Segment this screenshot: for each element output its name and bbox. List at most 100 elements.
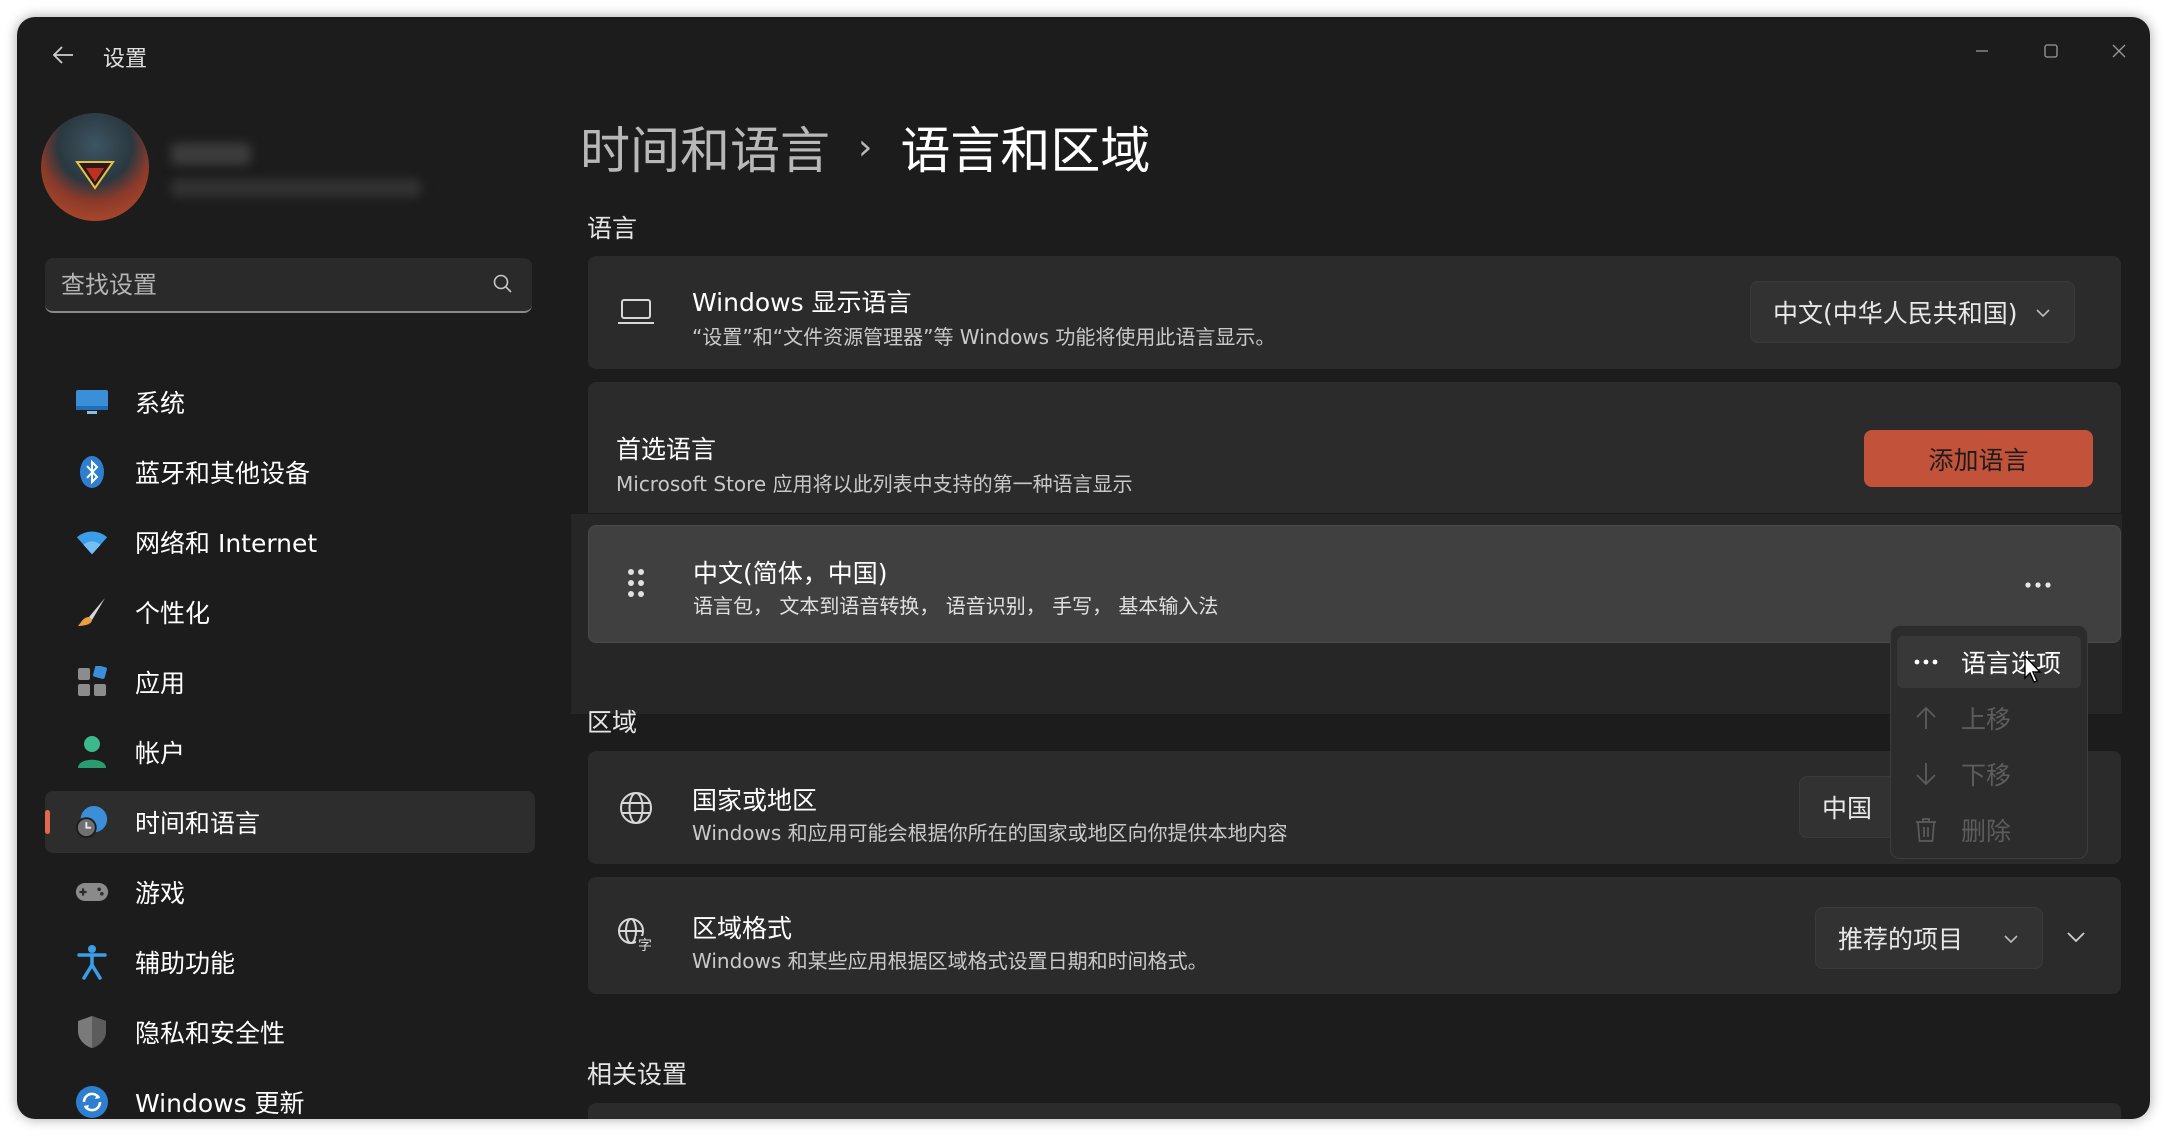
language-item-title: 中文(简体，中国) <box>693 559 888 588</box>
sidebar-item-label: 应用 <box>135 669 186 698</box>
regional-format-value: 推荐的项目 <box>1838 925 1964 954</box>
menu-item-label: 下移 <box>1961 761 2012 790</box>
sidebar-item-windows-update[interactable]: Windows 更新 <box>45 1071 535 1119</box>
regional-format-card: 字 区域格式 Windows 和某些应用根据区域格式设置日期和时间格式。 推荐的… <box>588 877 2121 994</box>
menu-item-move-up[interactable]: 上移 <box>1897 692 2081 744</box>
sidebar-item-network[interactable]: 网络和 Internet <box>45 511 535 573</box>
page-title: 语言和区域 <box>900 122 1151 180</box>
chevron-down-icon <box>2036 309 2050 318</box>
country-region-subtitle: Windows 和应用可能会根据你所在的国家或地区向你提供本地内容 <box>692 821 1288 845</box>
sidebar-item-label: 系统 <box>135 389 186 418</box>
laptop-icon <box>616 292 656 332</box>
display-language-dropdown[interactable]: 中文(中华人民共和国) <box>1750 281 2075 343</box>
language-context-menu: 语言选项 上移 下移 删除 <box>1890 625 2088 859</box>
menu-item-label: 删除 <box>1961 817 2012 846</box>
sidebar-item-privacy[interactable]: 隐私和安全性 <box>45 1001 535 1063</box>
related-settings-card[interactable] <box>588 1103 2121 1119</box>
close-button[interactable] <box>2088 29 2150 73</box>
bluetooth-icon <box>75 455 109 489</box>
arrow-down-icon <box>1913 761 1939 787</box>
sidebar-item-label: 网络和 Internet <box>135 529 318 558</box>
regional-format-subtitle: Windows 和某些应用根据区域格式设置日期和时间格式。 <box>692 949 1208 973</box>
globe-icon <box>616 788 656 828</box>
more-horizontal-icon <box>2025 582 2051 588</box>
preferred-language-subtitle: Microsoft Store 应用将以此列表中支持的第一种语言显示 <box>616 472 1133 496</box>
search-icon[interactable] <box>492 273 514 295</box>
trash-icon <box>1913 817 1939 843</box>
sidebar-item-label: 辅助功能 <box>135 949 236 978</box>
display-language-subtitle: “设置”和“文件资源管理器”等 Windows 功能将使用此语言显示。 <box>692 325 1276 349</box>
minimize-button[interactable] <box>1951 29 2013 73</box>
sidebar-item-label: 时间和语言 <box>135 809 261 838</box>
sidebar-item-label: 隐私和安全性 <box>135 1019 286 1048</box>
sidebar-item-label: 游戏 <box>135 879 186 908</box>
mouse-cursor-icon <box>2024 654 2042 683</box>
regional-format-icon: 字 <box>616 915 656 955</box>
preferred-language-title: 首选语言 <box>616 435 717 464</box>
chevron-down-icon <box>2067 932 2085 943</box>
user-name-blurred <box>171 143 251 165</box>
sidebar-item-bluetooth[interactable]: 蓝牙和其他设备 <box>45 441 535 503</box>
sidebar-item-personalization[interactable]: 个性化 <box>45 581 535 643</box>
breadcrumb-parent[interactable]: 时间和语言 <box>580 111 830 183</box>
display-language-title: Windows 显示语言 <box>692 288 912 317</box>
sidebar-item-accounts[interactable]: 帐户 <box>45 721 535 783</box>
regional-format-expand-button[interactable] <box>2053 914 2099 960</box>
country-region-title: 国家或地区 <box>692 786 818 815</box>
settings-window: 设置 系统 蓝牙和其他设备 网络和 <box>17 17 2150 1119</box>
apps-icon <box>75 665 109 699</box>
language-item-features: 语言包， 文本到语音转换， 语音识别， 手写， 基本输入法 <box>693 594 1219 618</box>
drag-handle-icon[interactable] <box>623 566 649 602</box>
menu-item-move-down[interactable]: 下移 <box>1897 748 2081 800</box>
more-options-button[interactable] <box>2014 565 2062 605</box>
menu-item-label: 上移 <box>1961 705 2012 734</box>
breadcrumb-separator: › <box>858 126 873 168</box>
close-icon <box>2112 44 2126 58</box>
country-region-value: 中国 <box>1822 794 1873 823</box>
gamepad-icon <box>75 875 109 909</box>
section-heading-related-settings: 相关设置 <box>587 1060 688 1089</box>
chevron-down-icon <box>2004 935 2018 944</box>
back-button[interactable] <box>41 37 85 73</box>
svg-text:字: 字 <box>638 938 652 954</box>
shield-icon <box>75 1015 109 1049</box>
title-bar: 设置 <box>17 17 2150 93</box>
add-language-button[interactable]: 添加语言 <box>1864 430 2093 487</box>
sidebar-item-apps[interactable]: 应用 <box>45 651 535 713</box>
regional-format-title: 区域格式 <box>692 914 793 943</box>
brush-icon <box>75 595 109 629</box>
sidebar-item-accessibility[interactable]: 辅助功能 <box>45 931 535 993</box>
user-profile[interactable] <box>41 113 561 233</box>
sidebar-item-label: Windows 更新 <box>135 1089 305 1118</box>
menu-item-language-options[interactable]: 语言选项 <box>1897 636 2081 688</box>
sidebar-item-label: 帐户 <box>135 739 186 768</box>
display-language-value: 中文(中华人民共和国) <box>1773 299 2018 328</box>
language-item-zh-cn[interactable]: 中文(简体，中国) 语言包， 文本到语音转换， 语音识别， 手写， 基本输入法 <box>588 525 2121 643</box>
back-arrow-icon <box>52 46 73 64</box>
sidebar-nav: 系统 蓝牙和其他设备 网络和 Internet 个性化 应用 帐户 时间和语言 <box>45 371 535 1119</box>
sidebar-item-system[interactable]: 系统 <box>45 371 535 433</box>
sidebar-item-time-language[interactable]: 时间和语言 <box>45 791 535 853</box>
search-input[interactable] <box>45 258 483 312</box>
maximize-icon <box>2044 44 2058 58</box>
user-email-blurred <box>171 179 421 197</box>
search-box[interactable] <box>45 258 532 313</box>
menu-item-label: 语言选项 <box>1961 649 2062 678</box>
wifi-icon <box>75 525 109 559</box>
menu-item-remove[interactable]: 删除 <box>1897 804 2081 856</box>
display-language-card: Windows 显示语言 “设置”和“文件资源管理器”等 Windows 功能将… <box>588 256 2121 369</box>
section-heading-region: 区域 <box>587 708 638 737</box>
app-title: 设置 <box>103 47 148 72</box>
section-heading-language: 语言 <box>587 214 638 243</box>
accessibility-icon <box>75 945 109 980</box>
avatar[interactable] <box>41 113 149 221</box>
regional-format-dropdown[interactable]: 推荐的项目 <box>1815 907 2043 969</box>
monitor-icon <box>75 385 109 419</box>
sidebar-item-label: 蓝牙和其他设备 <box>135 459 311 488</box>
sidebar-item-gaming[interactable]: 游戏 <box>45 861 535 923</box>
avatar-logo-icon <box>75 161 115 190</box>
person-icon <box>75 735 109 769</box>
more-horizontal-icon <box>1913 649 1939 675</box>
maximize-button[interactable] <box>2020 29 2082 73</box>
breadcrumb: 时间和语言 › 语言和区域 <box>580 111 1150 183</box>
